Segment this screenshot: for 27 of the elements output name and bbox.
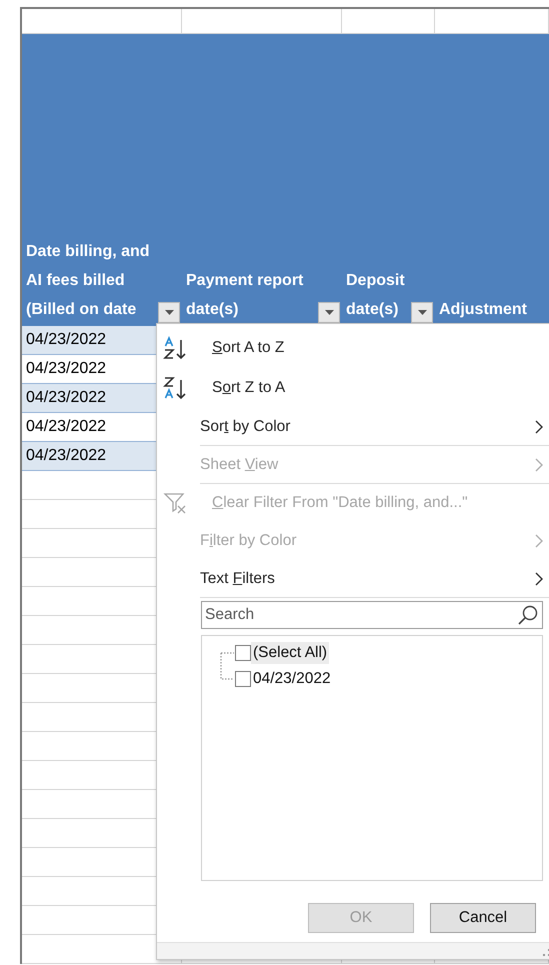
cancel-button[interactable]: Cancel — [430, 903, 536, 933]
value-label[interactable]: 04/23/2022 — [251, 668, 333, 690]
checkbox[interactable] — [235, 645, 251, 661]
column-header: AI fees billed — [26, 271, 125, 291]
column-header: date(s) — [346, 300, 398, 320]
filter-dropdown-button[interactable] — [318, 302, 340, 323]
column-header: date(s) — [186, 300, 238, 320]
search-field[interactable]: Search — [201, 601, 543, 629]
column-header: Adjustment — [439, 300, 527, 320]
chevron-right-icon — [535, 572, 543, 586]
tree-lines — [220, 652, 236, 680]
filter-dropdown-button[interactable] — [158, 302, 180, 323]
resize-grip-icon[interactable] — [543, 949, 549, 957]
value-label[interactable]: (Select All) — [251, 642, 330, 664]
caret-down-icon — [324, 310, 334, 315]
column-header: Date billing, and — [26, 242, 150, 262]
column-header: Payment report — [186, 271, 304, 291]
search-icon — [517, 604, 539, 626]
caret-down-icon — [164, 310, 174, 315]
column-header: Deposit — [346, 271, 405, 291]
filter-dropdown-button[interactable] — [411, 302, 433, 323]
column-header: (Billed on date — [26, 300, 136, 320]
caret-down-icon — [418, 310, 426, 315]
chevron-right-icon — [535, 458, 543, 472]
chevron-right-icon — [535, 534, 543, 548]
chevron-right-icon — [535, 420, 543, 434]
checkbox[interactable] — [235, 671, 251, 687]
